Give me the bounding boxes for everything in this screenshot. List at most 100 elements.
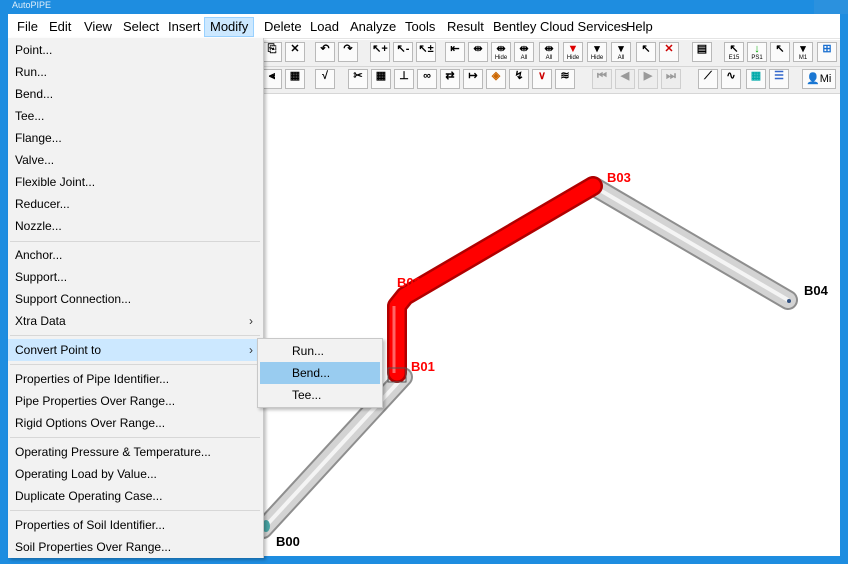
hide-all-icon[interactable]: ⇹ All — [539, 42, 559, 62]
move-point-icon[interactable]: ↖± — [416, 42, 436, 62]
grid-icon[interactable]: ▦ — [371, 69, 391, 89]
colors-icon[interactable]: ▦ — [746, 69, 766, 89]
offset-icon[interactable]: ↦ — [463, 69, 483, 89]
chevron-right-icon: › — [249, 343, 253, 357]
menu-item-operating-pressure-temperature[interactable]: Operating Pressure & Temperature... — [8, 441, 263, 463]
menu-help[interactable]: Help — [621, 18, 658, 36]
insert-point-icon[interactable]: ↖+ — [370, 42, 390, 62]
last-icon[interactable]: ⏭ — [661, 69, 681, 89]
select-segment-icon[interactable]: ⇹ — [468, 42, 488, 62]
menu-edit[interactable]: Edit — [44, 18, 76, 36]
hatch-icon[interactable]: ≋ — [555, 69, 575, 89]
spring-icon[interactable]: ∨ — [532, 69, 552, 89]
menu-item-duplicate-operating-case[interactable]: Duplicate Operating Case... — [8, 485, 263, 507]
convert-point-submenu: Run... Bend... Tee... — [257, 338, 383, 408]
network-icon[interactable]: ⊞ — [817, 42, 837, 62]
menu-delete[interactable]: Delete — [259, 18, 307, 36]
menu-tools[interactable]: Tools — [400, 18, 440, 36]
menu-item-run[interactable]: Run... — [8, 61, 263, 83]
close-button[interactable] — [814, 0, 848, 14]
menu-item-nozzle[interactable]: Nozzle... — [8, 215, 263, 237]
submenu-item-tee[interactable]: Tee... — [260, 384, 380, 406]
check-icon[interactable]: √ — [315, 69, 335, 89]
redo-icon[interactable]: ↷ — [338, 42, 358, 62]
menu-item-point[interactable]: Point... — [8, 39, 263, 61]
clear-selection-icon[interactable]: ✕ — [659, 42, 679, 62]
cut-icon[interactable]: ✂ — [348, 69, 368, 89]
previous-icon[interactable]: ◀ — [615, 69, 635, 89]
paint-icon[interactable]: ◈ — [486, 69, 506, 89]
menu-item-tee[interactable]: Tee... — [8, 105, 263, 127]
next-icon[interactable]: ▶ — [638, 69, 658, 89]
ps1-icon[interactable]: ↓ PS1 — [747, 42, 767, 62]
undo-icon[interactable]: ↶ — [315, 42, 335, 62]
menu-insert[interactable]: Insert — [163, 18, 206, 36]
submenu-item-bend[interactable]: Bend... — [260, 362, 380, 384]
menu-separator — [10, 364, 260, 365]
menu-item-convert-point-to[interactable]: Convert Point to › — [8, 339, 263, 361]
menu-item-operating-load-by-value[interactable]: Operating Load by Value... — [8, 463, 263, 485]
select-cursor-icon[interactable]: ↖ — [636, 42, 656, 62]
menu-item-properties-of-pipe-identifier[interactable]: Properties of Pipe Identifier... — [8, 368, 263, 390]
e15-icon[interactable]: ↖ E15 — [724, 42, 744, 62]
window-title: AutoPIPE — [12, 0, 52, 10]
menu-item-soil-properties-over-range[interactable]: Soil Properties Over Range... — [8, 536, 263, 558]
select-all-tags-icon[interactable]: ▾ All — [611, 42, 631, 62]
measure-icon[interactable]: ⟋ — [698, 69, 718, 89]
copy-icon[interactable]: ⎘ — [262, 42, 282, 62]
hide-tag-icon[interactable]: ▾ Hide — [587, 42, 607, 62]
node-marker-b04 — [787, 299, 791, 303]
menu-item-xtra-data[interactable]: Xtra Data › — [8, 310, 263, 332]
user-icon[interactable]: 👤Mi — [802, 69, 836, 89]
menu-select[interactable]: Select — [118, 18, 164, 36]
pointer-icon[interactable]: ↖ — [770, 42, 790, 62]
menu-separator — [10, 335, 260, 336]
menu-file[interactable]: File — [12, 18, 43, 36]
menu-analyze[interactable]: Analyze — [345, 18, 401, 36]
pipe-section-icon[interactable]: ⫷ — [262, 69, 282, 89]
hide-segment-icon[interactable]: ⇹ Hide — [491, 42, 511, 62]
menu-result[interactable]: Result — [442, 18, 489, 36]
toolbar-row-1: ⎘ ✕ ↶ ↷ ↖+ ↖- ↖± ⇤ ⇹ ⇹ Hide ⇹ All ⇹ All ▼ Hi… — [262, 40, 840, 67]
chevron-right-icon: › — [249, 314, 253, 328]
arrows-icon[interactable]: ⇄ — [440, 69, 460, 89]
first-icon[interactable]: ⏮ — [592, 69, 612, 89]
title-bar: AutoPIPE — [0, 0, 848, 14]
submenu-item-run[interactable]: Run... — [260, 340, 380, 362]
hide-support-icon[interactable]: ▼ Hide — [563, 42, 583, 62]
delete-icon[interactable]: ✕ — [285, 42, 305, 62]
remove-point-icon[interactable]: ↖- — [393, 42, 413, 62]
menu-item-valve[interactable]: Valve... — [8, 149, 263, 171]
connect-icon[interactable]: ⊥ — [394, 69, 414, 89]
node-label-b01: B01 — [411, 359, 435, 374]
menu-item-pipe-properties-over-range[interactable]: Pipe Properties Over Range... — [8, 390, 263, 412]
link-icon[interactable]: ∞ — [417, 69, 437, 89]
load-icon[interactable]: ↯ — [509, 69, 529, 89]
menu-item-rigid-options-over-range[interactable]: Rigid Options Over Range... — [8, 412, 263, 434]
menu-separator — [10, 437, 260, 438]
document-icon[interactable]: ▤ — [692, 42, 712, 62]
pipe-b03-b04-highlight — [591, 184, 790, 302]
toolbar-row-2: ⫷ ▦ √ ✂ ▦ ⊥ ∞ ⇄ ↦ ◈ ↯ ∨ ≋ ⏮ ◀ ▶ ⏭ ⟋ ∿ ▦ … — [262, 67, 840, 94]
calculator-icon[interactable]: ▦ — [285, 69, 305, 89]
layers-icon[interactable]: ☰ — [769, 69, 789, 89]
node-label-b04: B04 — [804, 283, 829, 298]
menu-item-convert-point-to-label: Convert Point to — [15, 343, 102, 357]
menu-load[interactable]: Load — [305, 18, 344, 36]
menu-item-support[interactable]: Support... — [8, 266, 263, 288]
menu-modify[interactable]: Modify — [204, 17, 255, 37]
menu-item-flange[interactable]: Flange... — [8, 127, 263, 149]
chain-icon[interactable]: ∿ — [721, 69, 741, 89]
menu-item-support-connection[interactable]: Support Connection... — [8, 288, 263, 310]
menu-item-flexible-joint[interactable]: Flexible Joint... — [8, 171, 263, 193]
menu-view[interactable]: View — [79, 18, 117, 36]
menu-item-anchor[interactable]: Anchor... — [8, 244, 263, 266]
m1-icon[interactable]: ▾ M1 — [793, 42, 813, 62]
menu-item-bend[interactable]: Bend... — [8, 83, 263, 105]
menu-item-properties-of-soil-identifier[interactable]: Properties of Soil Identifier... — [8, 514, 263, 536]
menu-item-reducer[interactable]: Reducer... — [8, 193, 263, 215]
select-range-icon[interactable]: ⇤ — [445, 42, 465, 62]
menu-bentley-cloud-services[interactable]: Bentley Cloud Services — [488, 18, 632, 36]
select-all-icon[interactable]: ⇹ All — [514, 42, 534, 62]
menu-separator — [10, 241, 260, 242]
